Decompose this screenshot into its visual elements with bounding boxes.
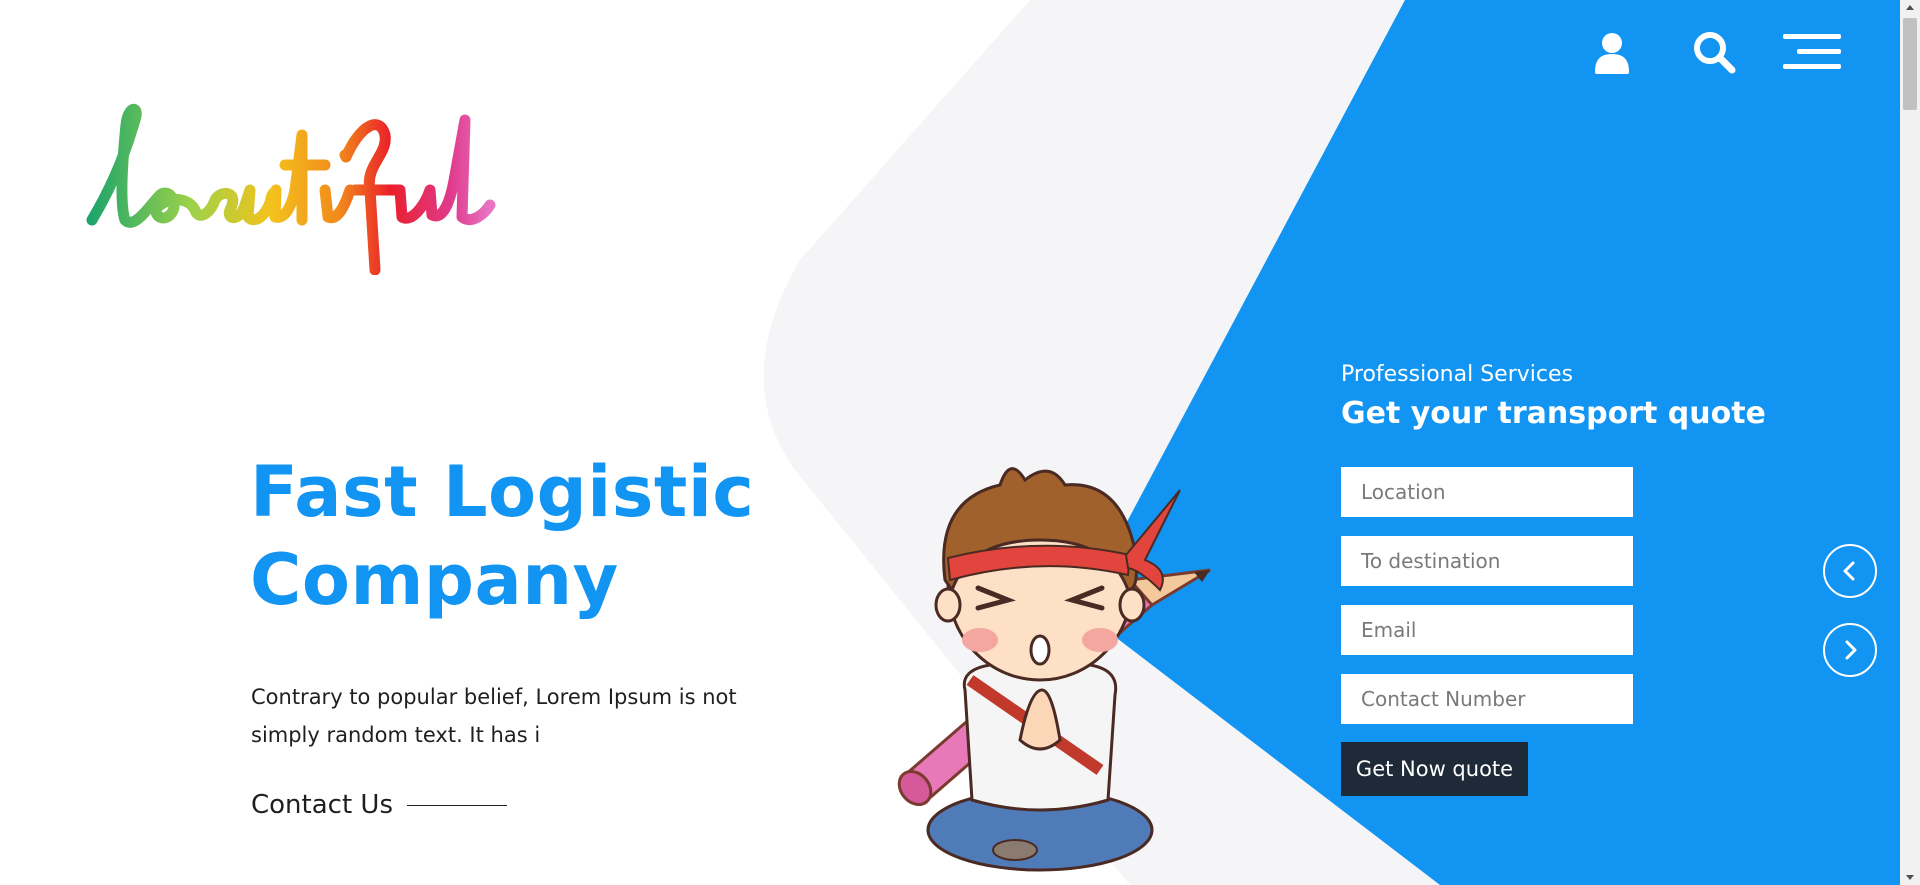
user-icon[interactable] bbox=[1592, 30, 1632, 78]
chevron-right-icon bbox=[1845, 640, 1857, 660]
quote-title: Get your transport quote bbox=[1341, 396, 1766, 431]
contact-us-link[interactable]: Contact Us bbox=[251, 790, 507, 820]
get-quote-button[interactable]: Get Now quote bbox=[1341, 742, 1528, 796]
scroll-up-arrow-icon[interactable] bbox=[1900, 0, 1920, 16]
search-icon[interactable] bbox=[1692, 30, 1736, 74]
hero-title: Fast Logistic Company bbox=[250, 451, 755, 621]
site-logo[interactable] bbox=[80, 95, 540, 275]
page: Fast Logistic Company Contrary to popula… bbox=[0, 0, 1900, 885]
quote-subtitle: Professional Services bbox=[1341, 362, 1573, 387]
contact-us-underline bbox=[407, 804, 507, 806]
hamburger-menu-icon[interactable] bbox=[1783, 30, 1841, 74]
scrollbar-thumb[interactable] bbox=[1903, 18, 1917, 110]
scroll-down-arrow-icon[interactable] bbox=[1900, 869, 1920, 885]
carousel-next-button[interactable] bbox=[1823, 623, 1877, 677]
page-scrollbar[interactable] bbox=[1900, 0, 1920, 885]
location-input[interactable] bbox=[1341, 467, 1633, 517]
chevron-left-icon bbox=[1843, 561, 1855, 581]
character-illustration bbox=[897, 467, 1211, 872]
carousel-prev-button[interactable] bbox=[1823, 544, 1877, 598]
email-input[interactable] bbox=[1341, 605, 1633, 655]
destination-input[interactable] bbox=[1341, 536, 1633, 586]
hero-description: Contrary to popular belief, Lorem Ipsum … bbox=[251, 685, 737, 747]
contact-number-input[interactable] bbox=[1341, 674, 1633, 724]
contact-us-label: Contact Us bbox=[251, 790, 393, 820]
logo-script bbox=[86, 103, 496, 275]
